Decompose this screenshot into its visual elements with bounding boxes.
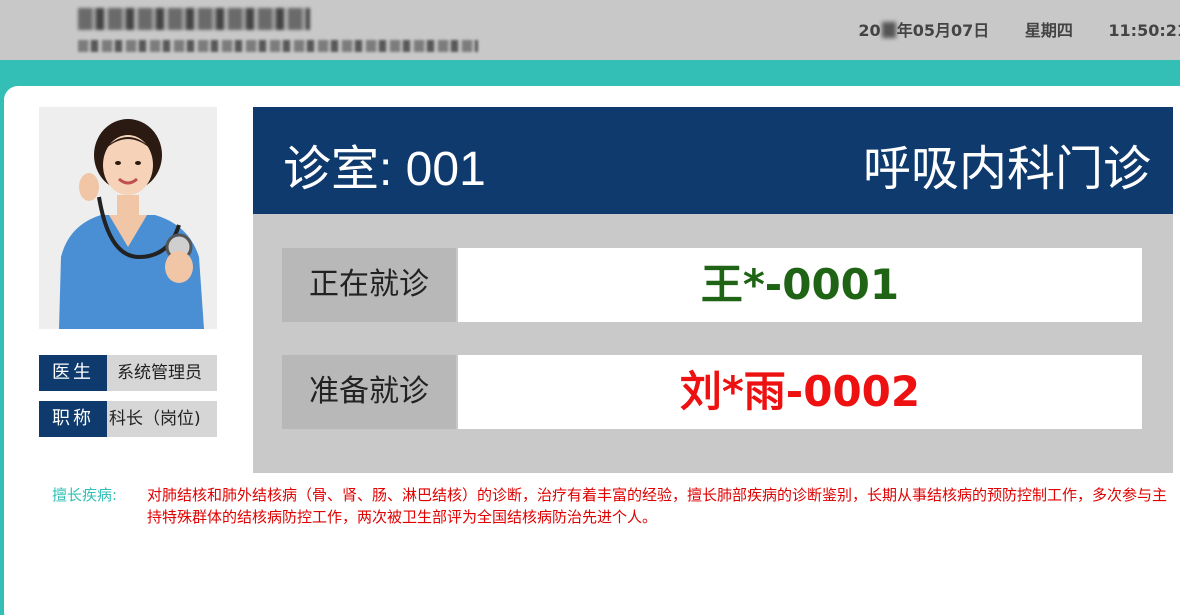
doctor-photo-image: [39, 107, 217, 329]
date-year-redacted: [881, 22, 896, 38]
doctor-name-row: 医生 系统管理员: [39, 355, 217, 391]
current-patient-row: 正在就诊 王*-0001: [282, 248, 1142, 322]
weekday-display: 星期四: [1024, 21, 1073, 40]
doctor-rank-value: 科长（岗位): [107, 401, 217, 437]
current-patient-value: 王*-0001: [458, 248, 1142, 322]
doctor-photo: [39, 107, 217, 329]
date-year-prefix: 20: [858, 21, 881, 40]
doctor-name-key: 医生: [39, 355, 107, 391]
specialty-label: 擅长疾病:: [52, 486, 118, 504]
next-patient-label: 准备就诊: [282, 355, 456, 429]
room-header: 诊室: 001 呼吸内科门诊: [253, 107, 1173, 214]
hospital-subtitle-redacted: [78, 40, 478, 52]
doctor-rank-row: 职称 科长（岗位): [39, 401, 217, 437]
current-patient-label: 正在就诊: [282, 248, 456, 322]
doctor-name-value: 系统管理员: [107, 355, 217, 391]
specialty-text: 对肺结核和肺外结核病（骨、肾、肠、淋巴结核）的诊断，治疗有着丰富的经验，擅长肺部…: [147, 486, 1168, 526]
department-name: 呼吸内科门诊: [862, 141, 1151, 197]
queue-panel: 正在就诊 王*-0001 准备就诊 刘*雨-0002: [253, 214, 1173, 473]
next-patient-row: 准备就诊 刘*雨-0002: [282, 355, 1142, 429]
hospital-name-redacted: [78, 8, 310, 30]
date-text: 年05月07日: [896, 21, 990, 40]
date-display: 20 年05月07日: [858, 17, 989, 41]
next-patient-value: 刘*雨-0002: [458, 355, 1142, 429]
doctor-rank-key: 职称: [39, 401, 107, 437]
specialty-section: 擅长疾病: 对肺结核和肺外结核病（骨、肾、肠、淋巴结核）的诊断，治疗有着丰富的经…: [52, 484, 1172, 528]
time-display: 11:50:21: [1108, 21, 1180, 40]
room-number: 诊室: 001: [283, 143, 486, 196]
datetime-display: 20 年05月07日 星期四 11:50:21: [858, 17, 1180, 41]
top-bar: 20 年05月07日 星期四 11:50:21: [0, 0, 1180, 60]
